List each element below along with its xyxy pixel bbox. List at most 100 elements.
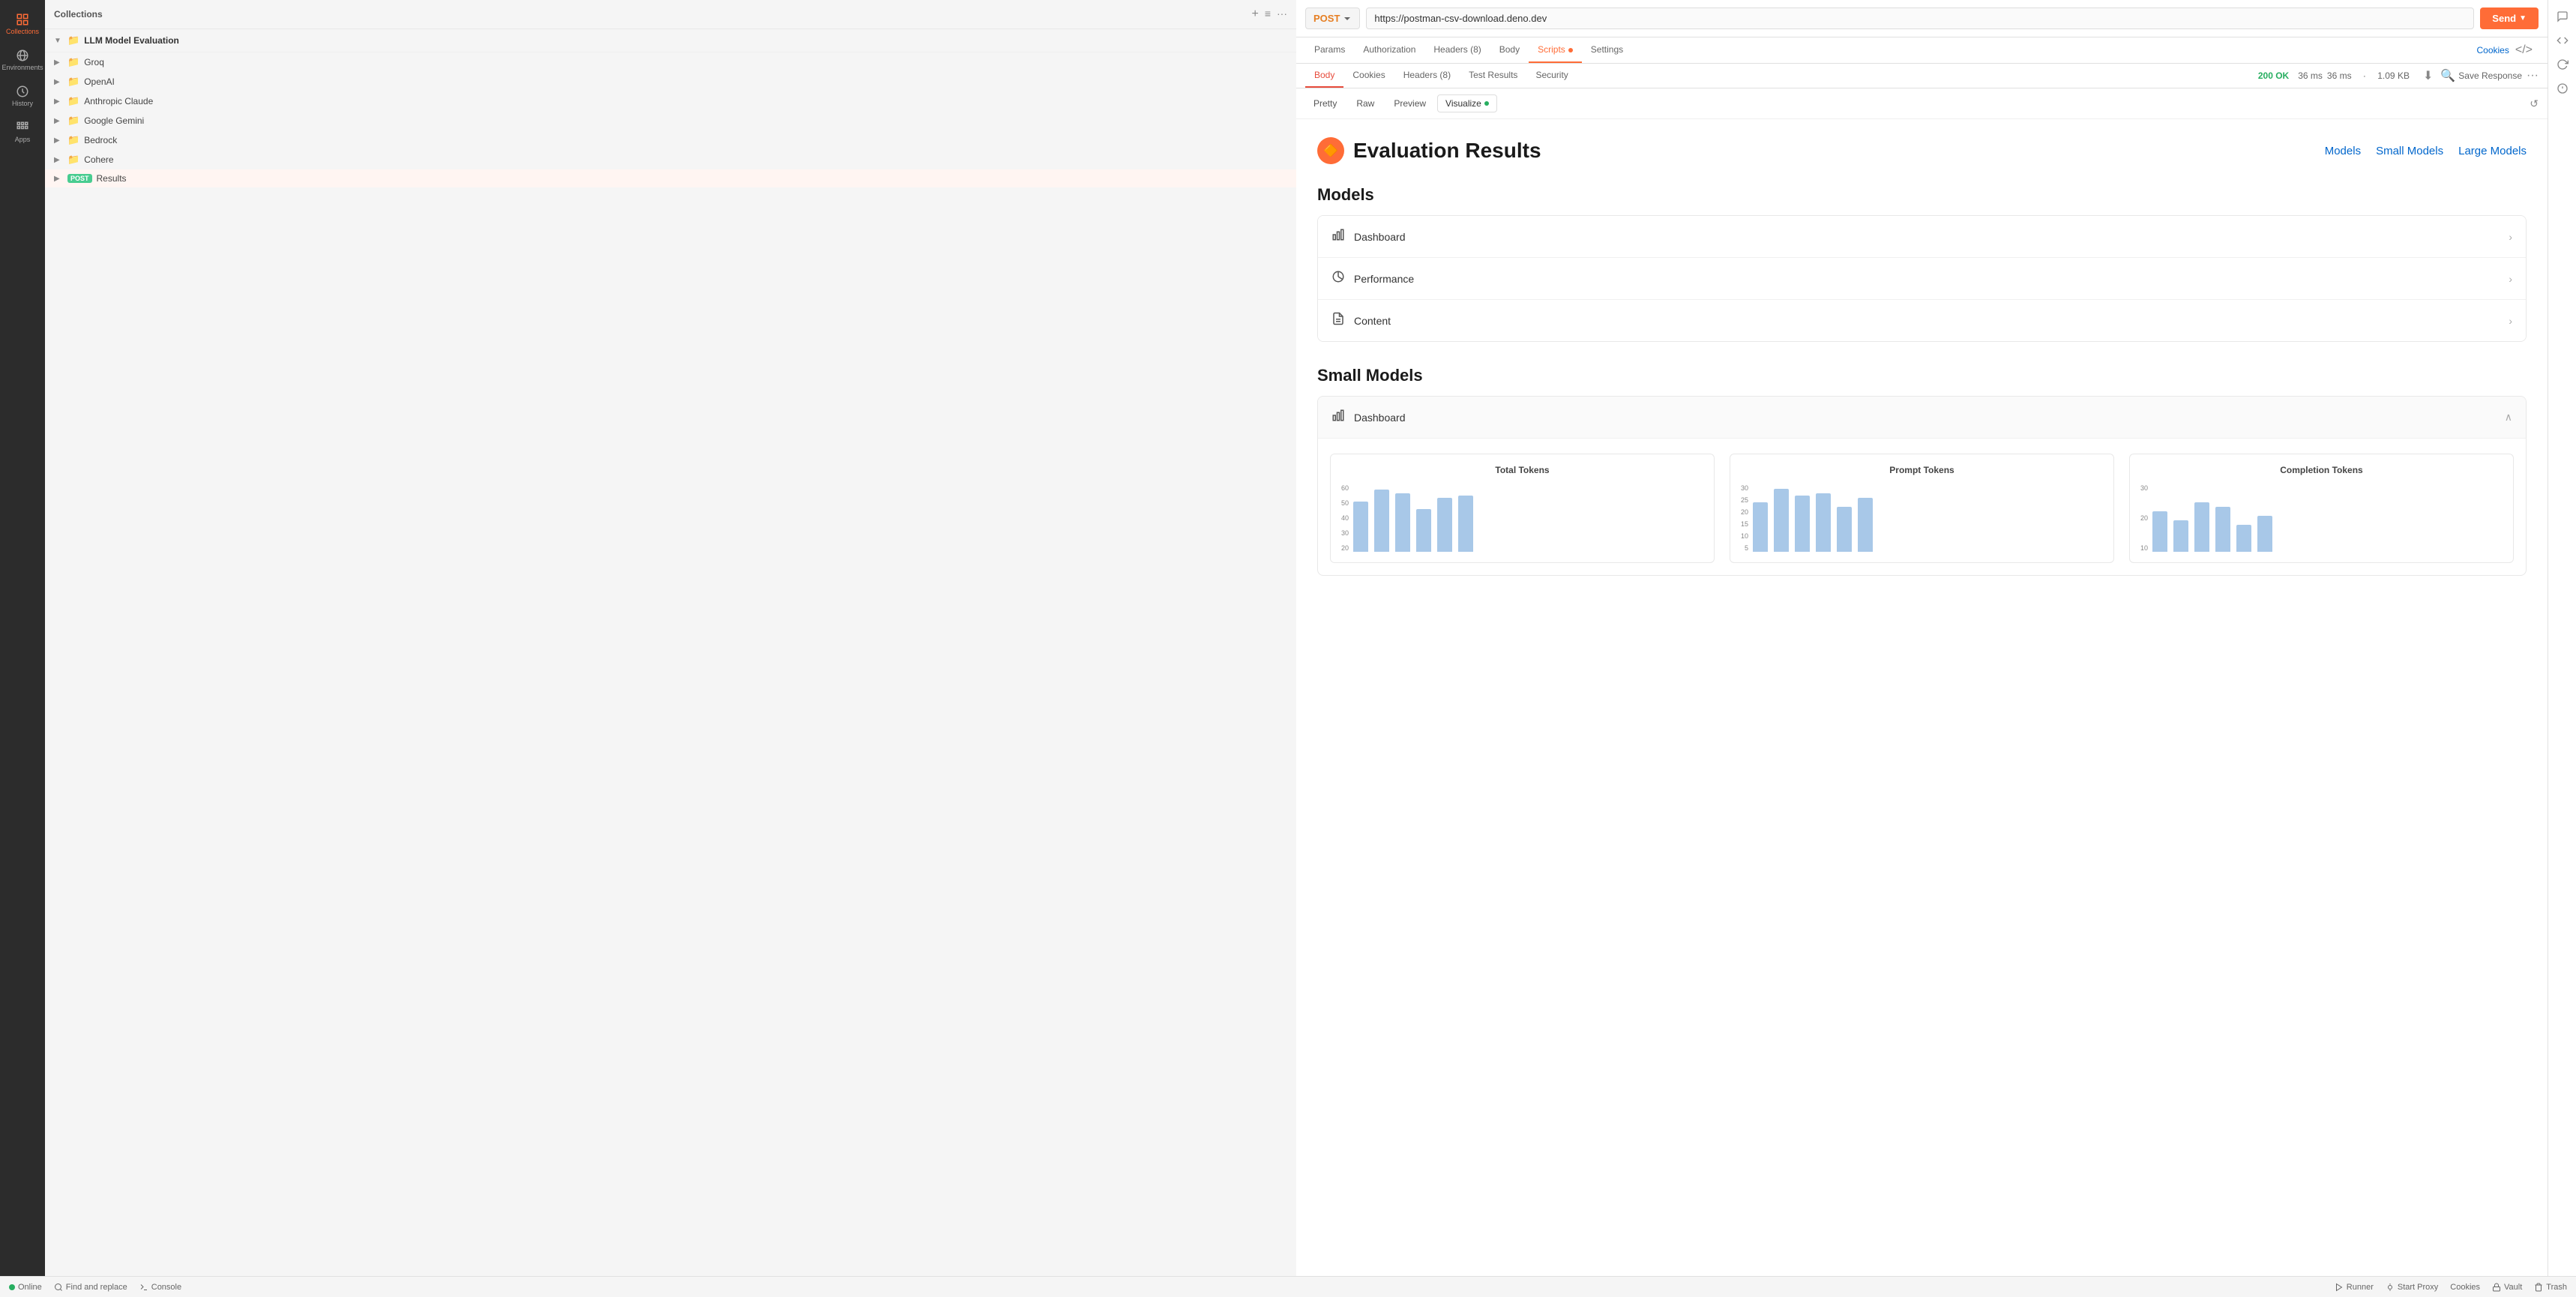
sidebar-item-apps[interactable]: Apps bbox=[6, 115, 39, 148]
refresh-icon[interactable]: ↺ bbox=[2530, 97, 2539, 110]
sidebar-item-results[interactable]: ▶ POST Results bbox=[45, 169, 1296, 187]
bar bbox=[1837, 507, 1852, 552]
eval-title-row: 🔶 Evaluation Results bbox=[1317, 137, 1541, 164]
bar bbox=[2173, 520, 2188, 552]
view-tab-preview[interactable]: Preview bbox=[1385, 94, 1434, 112]
collections-actions: + ≡ ··· bbox=[1251, 7, 1287, 21]
sidebar-item-google-gemini[interactable]: ▶ 📁 Google Gemini bbox=[45, 111, 1296, 130]
bottom-cookies-btn[interactable]: Cookies bbox=[2450, 1283, 2480, 1292]
prompt-tokens-title: Prompt Tokens bbox=[1741, 465, 2103, 475]
models-performance-item[interactable]: Performance › bbox=[1318, 258, 2526, 300]
save-response-btn[interactable]: Save Response bbox=[2458, 70, 2522, 81]
resp-tab-security[interactable]: Security bbox=[1526, 64, 1577, 88]
completion-tokens-bars bbox=[2152, 484, 2272, 552]
bar bbox=[1416, 509, 1431, 552]
bar bbox=[1774, 489, 1789, 552]
tab-authorization[interactable]: Authorization bbox=[1354, 37, 1424, 63]
method-selector[interactable]: POST bbox=[1305, 7, 1360, 29]
bar bbox=[1458, 496, 1473, 552]
nav-small-models[interactable]: Small Models bbox=[2376, 145, 2443, 157]
sidebar-item-environments[interactable]: Environments bbox=[6, 43, 39, 76]
view-tab-pretty[interactable]: Pretty bbox=[1305, 94, 1345, 112]
models-dashboard-item[interactable]: Dashboard › bbox=[1318, 216, 2526, 258]
sidebar-item-cohere[interactable]: ▶ 📁 Cohere bbox=[45, 150, 1296, 169]
folder-icon: 📁 bbox=[67, 56, 79, 68]
search-icon[interactable]: 🔍 bbox=[2440, 68, 2455, 83]
bar bbox=[1858, 498, 1873, 552]
status-badge: 200 OK bbox=[2258, 70, 2289, 81]
small-models-dashboard-header[interactable]: Dashboard ∧ bbox=[1318, 397, 2526, 439]
sidebar-item-anthropic-claude[interactable]: ▶ 📁 Anthropic Claude bbox=[45, 91, 1296, 111]
send-button[interactable]: Send ▼ bbox=[2480, 7, 2539, 29]
llm-model-evaluation-item[interactable]: ▼ 📁 LLM Model Evaluation bbox=[45, 29, 1296, 52]
view-tab-visualize[interactable]: Visualize bbox=[1437, 94, 1497, 112]
collections-header: Collections + ≡ ··· bbox=[45, 0, 1296, 29]
sort-icon[interactable]: ≡ bbox=[1265, 7, 1271, 21]
folder-icon: 📁 bbox=[67, 134, 79, 146]
comments-icon-btn[interactable] bbox=[2552, 6, 2573, 27]
vault-btn[interactable]: Vault bbox=[2492, 1283, 2522, 1292]
response-tabs-row: Body Cookies Headers (8) Test Results Se… bbox=[1296, 64, 2548, 88]
cookies-link[interactable]: Cookies bbox=[2477, 45, 2509, 55]
bar bbox=[2257, 516, 2272, 552]
right-icons-panel bbox=[2548, 0, 2576, 1276]
bar bbox=[1816, 493, 1831, 552]
start-proxy-btn[interactable]: Start Proxy bbox=[2386, 1283, 2438, 1292]
resp-tab-body[interactable]: Body bbox=[1305, 64, 1343, 88]
nav-models[interactable]: Models bbox=[2325, 145, 2361, 157]
pie-chart-icon bbox=[1331, 270, 1345, 287]
response-dot-sep: · bbox=[2361, 70, 2369, 81]
add-collection-icon[interactable]: + bbox=[1251, 7, 1258, 21]
refresh-icon-btn[interactable] bbox=[2552, 54, 2573, 75]
nav-large-models[interactable]: Large Models bbox=[2458, 145, 2527, 157]
expand-arrow-icon: ▶ bbox=[54, 175, 64, 183]
card-arrow-icon: › bbox=[2509, 315, 2512, 327]
completion-tokens-title: Completion Tokens bbox=[2140, 465, 2503, 475]
console-btn[interactable]: Console bbox=[139, 1283, 181, 1292]
resp-tab-headers[interactable]: Headers (8) bbox=[1394, 64, 1460, 88]
download-icon[interactable]: ⬇ bbox=[2423, 68, 2433, 83]
eval-nav: Models Small Models Large Models bbox=[2325, 145, 2527, 157]
tab-body[interactable]: Body bbox=[1490, 37, 1529, 63]
online-status[interactable]: Online bbox=[9, 1283, 42, 1292]
sidebar-item-history[interactable]: History bbox=[6, 79, 39, 112]
eval-header: 🔶 Evaluation Results Models Small Models… bbox=[1317, 137, 2527, 164]
sidebar-icons: Collections Environments History Apps bbox=[0, 0, 45, 1276]
runner-btn[interactable]: Runner bbox=[2335, 1283, 2374, 1292]
url-input[interactable] bbox=[1366, 7, 2474, 29]
sidebar-item-collections[interactable]: Collections bbox=[6, 7, 39, 40]
tab-scripts[interactable]: Scripts bbox=[1529, 37, 1582, 63]
file-icon bbox=[1331, 312, 1345, 329]
code-editor-icon-btn[interactable] bbox=[2552, 30, 2573, 51]
folder-icon: 📁 bbox=[67, 95, 79, 107]
bar-chart-icon bbox=[1331, 409, 1345, 426]
request-tabs-row: Params Authorization Headers (8) Body Sc… bbox=[1296, 37, 2548, 64]
bar bbox=[1753, 502, 1768, 552]
info-icon-btn[interactable] bbox=[2552, 78, 2573, 99]
y-axis-labels: 6050403020 bbox=[1341, 484, 1352, 552]
send-dropdown-icon: ▼ bbox=[2519, 14, 2527, 22]
prompt-tokens-bars bbox=[1753, 484, 1873, 552]
resp-tab-test-results[interactable]: Test Results bbox=[1460, 64, 1526, 88]
trash-btn[interactable]: Trash bbox=[2534, 1283, 2567, 1292]
tab-settings[interactable]: Settings bbox=[1582, 37, 1632, 63]
more-resp-icon[interactable]: ··· bbox=[2527, 69, 2539, 82]
sidebar-item-openai[interactable]: ▶ 📁 OpenAI bbox=[45, 72, 1296, 91]
eval-icon: 🔶 bbox=[1317, 137, 1344, 164]
scripts-dot bbox=[1568, 48, 1573, 52]
sidebar-item-groq[interactable]: ▶ 📁 Groq bbox=[45, 52, 1296, 72]
tab-headers[interactable]: Headers (8) bbox=[1424, 37, 1490, 63]
tab-params[interactable]: Params bbox=[1305, 37, 1354, 63]
prompt-tokens-chart: Prompt Tokens 30252015105 bbox=[1730, 454, 2114, 563]
charts-row: Total Tokens 6050403020 bbox=[1318, 439, 2526, 575]
sidebar-item-bedrock[interactable]: ▶ 📁 Bedrock bbox=[45, 130, 1296, 150]
content-area: POST Send ▼ Params Authorization Headers… bbox=[1296, 0, 2548, 1276]
view-tab-raw[interactable]: Raw bbox=[1348, 94, 1382, 112]
more-options-icon[interactable]: ··· bbox=[1277, 7, 1287, 21]
models-content-item[interactable]: Content › bbox=[1318, 300, 2526, 341]
resp-tab-cookies[interactable]: Cookies bbox=[1343, 64, 1394, 88]
code-icon[interactable]: </> bbox=[2509, 37, 2539, 63]
find-replace-btn[interactable]: Find and replace bbox=[54, 1283, 127, 1292]
collections-panel: Collections + ≡ ··· ▼ 📁 LLM Model Evalua… bbox=[45, 0, 1296, 1276]
card-arrow-icon: › bbox=[2509, 231, 2512, 243]
